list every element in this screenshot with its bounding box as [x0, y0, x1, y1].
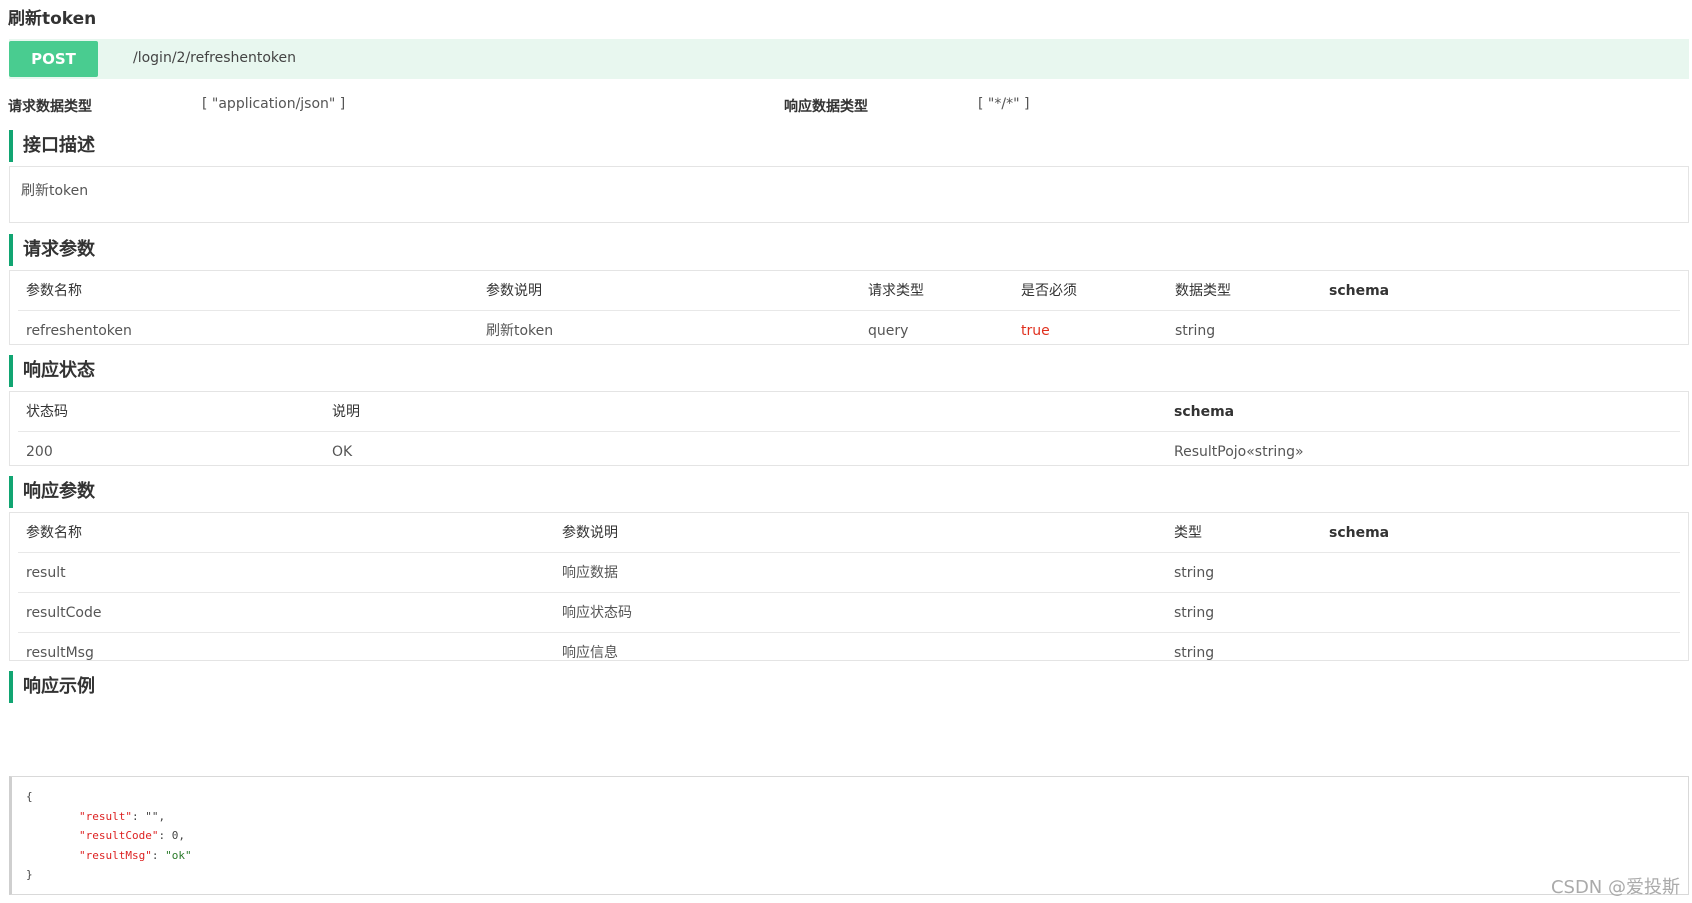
- status-schema-link[interactable]: ResultPojo«string»: [1174, 432, 1304, 472]
- resp-param-type: string: [1174, 605, 1215, 621]
- api-doc-page: 刷新token POST /login/2/refreshentoken 请求数…: [0, 0, 1692, 903]
- response-content-type-label: 响应数据类型: [784, 99, 868, 115]
- section-title-description: 接口描述: [9, 130, 309, 162]
- section-title-response-status: 响应状态: [9, 355, 309, 387]
- header-schema: schema: [1329, 283, 1390, 299]
- code-brace-close: }: [26, 868, 33, 881]
- table-header-row: 参数名称 参数说明 类型 schema: [18, 513, 1680, 553]
- resp-param-name: resultMsg: [26, 645, 94, 661]
- header-status-desc: 说明: [332, 404, 360, 420]
- code-key: "resultCode": [78, 829, 159, 842]
- endpoint-path: /login/2/refreshentoken: [133, 50, 297, 66]
- response-status-table: 状态码 说明 schema 200 OK ResultPojo«string»: [9, 391, 1689, 466]
- header-data-type: 数据类型: [1175, 283, 1231, 299]
- table-row: refreshentoken 刷新token query true string: [18, 311, 1680, 351]
- description-box: 刷新token: [9, 166, 1689, 223]
- operation-title: 刷新token: [8, 9, 97, 29]
- code-value: "ok": [165, 848, 192, 862]
- code-key: "resultMsg": [78, 848, 152, 862]
- request-params-table: 参数名称 参数说明 请求类型 是否必须 数据类型 schema refreshe…: [9, 270, 1689, 345]
- request-content-type-label: 请求数据类型: [8, 99, 92, 115]
- response-params-table: 参数名称 参数说明 类型 schema result 响应数据 string r…: [9, 512, 1689, 661]
- table-row: 200 OK ResultPojo«string»: [18, 432, 1680, 472]
- response-example-code-block[interactable]: { "result": "", "resultCode": 0, "result…: [9, 776, 1689, 895]
- table-row: resultMsg 响应信息 string: [18, 633, 1680, 673]
- code-content: { "result": "", "resultCode": 0, "result…: [26, 790, 192, 881]
- table-header-row: 状态码 说明 schema: [18, 392, 1680, 432]
- code-brace-open: {: [26, 790, 33, 803]
- code-sep: ,: [158, 809, 166, 823]
- table-header-row: 参数名称 参数说明 请求类型 是否必须 数据类型 schema: [18, 271, 1680, 311]
- param-desc: 刷新token: [486, 323, 554, 339]
- code-sep: ,: [178, 829, 185, 842]
- resp-param-name: resultCode: [26, 605, 102, 621]
- table-row: result 响应数据 string: [18, 553, 1680, 593]
- resp-param-type: string: [1174, 565, 1215, 581]
- section-title-request-params: 请求参数: [9, 234, 309, 266]
- header-status-schema: schema: [1174, 404, 1235, 420]
- param-name: refreshentoken: [26, 323, 132, 339]
- header-request-type: 请求类型: [868, 283, 924, 299]
- resp-param-type: string: [1174, 645, 1215, 661]
- header-resp-type: 类型: [1174, 525, 1202, 541]
- resp-param-name: result: [26, 565, 66, 581]
- code-key: "result": [78, 809, 132, 823]
- status-desc: OK: [332, 444, 353, 460]
- header-resp-param-desc: 参数说明: [562, 525, 618, 541]
- response-content-type-value: [ "*/*" ]: [978, 96, 1030, 112]
- resp-param-desc: 响应信息: [562, 645, 618, 661]
- request-params-grid: 参数名称 参数说明 请求类型 是否必须 数据类型 schema refreshe…: [18, 271, 1680, 351]
- param-data-type: string: [1175, 323, 1216, 339]
- header-status-code: 状态码: [26, 404, 68, 420]
- method-badge: POST: [9, 41, 98, 77]
- resp-param-desc: 响应状态码: [562, 605, 632, 621]
- description-text: 刷新token: [21, 183, 89, 199]
- response-status-grid: 状态码 说明 schema 200 OK ResultPojo«string»: [18, 392, 1680, 472]
- resp-param-desc: 响应数据: [562, 565, 618, 581]
- status-code: 200: [26, 444, 53, 460]
- param-request-type: query: [868, 323, 909, 339]
- header-resp-param-name: 参数名称: [26, 525, 82, 541]
- header-required: 是否必须: [1021, 283, 1077, 299]
- table-row: resultCode 响应状态码 string: [18, 593, 1680, 633]
- watermark: CSDN @爱投斯: [1550, 877, 1680, 898]
- response-params-grid: 参数名称 参数说明 类型 schema result 响应数据 string r…: [18, 513, 1680, 673]
- header-param-name: 参数名称: [26, 283, 82, 299]
- header-param-desc: 参数说明: [486, 283, 542, 299]
- endpoint-bar[interactable]: POST /login/2/refreshentoken: [9, 39, 1689, 79]
- header-resp-schema: schema: [1329, 525, 1390, 541]
- code-value: "": [145, 809, 159, 823]
- param-required: true: [1021, 323, 1050, 339]
- request-content-type-value: [ "application/json" ]: [202, 96, 346, 112]
- section-title-response-params: 响应参数: [9, 476, 309, 508]
- section-title-response-example: 响应示例: [9, 671, 309, 703]
